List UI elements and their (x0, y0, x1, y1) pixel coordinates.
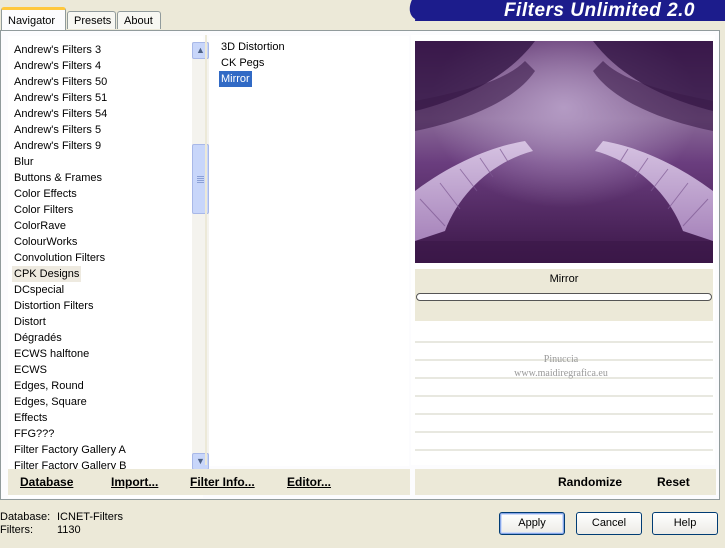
navigator-toolbar: Database Import... Filter Info... Editor… (8, 469, 716, 495)
preview-graphic (415, 41, 713, 263)
preview-info: Mirror (415, 269, 713, 321)
category-item[interactable]: Distortion Filters (12, 298, 95, 314)
filter-item[interactable]: CK Pegs (219, 55, 266, 71)
category-item[interactable]: Convolution Filters (12, 250, 107, 266)
status-database-value: ICNET-Filters (57, 511, 123, 523)
category-item[interactable]: DCspecial (12, 282, 66, 298)
preview-image (415, 41, 713, 263)
database-button[interactable]: Database (20, 469, 73, 495)
randomize-button[interactable]: Randomize (558, 469, 622, 495)
progress-bar (416, 293, 712, 301)
category-item[interactable]: Edges, Round (12, 378, 86, 394)
status-filters: Filters: 1130 (0, 524, 123, 537)
category-item[interactable]: ECWS (12, 362, 49, 378)
database-label: Database (20, 475, 74, 489)
apply-button[interactable]: Apply (499, 512, 565, 535)
category-item[interactable]: Blur (12, 154, 36, 170)
tab-navigator[interactable]: Navigator (1, 7, 66, 30)
category-item[interactable]: Filter Factory Gallery A (12, 442, 128, 458)
watermark-line: www.maidiregrafica.eu (514, 368, 608, 379)
status-database: Database: ICNET-Filters (0, 511, 123, 524)
watermark: Pinuccia www.maidiregrafica.eu (481, 353, 641, 381)
category-item[interactable]: Edges, Square (12, 394, 89, 410)
filter-info-button[interactable]: Filter Info... (190, 469, 255, 495)
toolbar-divider (410, 469, 415, 495)
tab-strip: Navigator Presets About (0, 0, 420, 30)
filter-list[interactable]: 3D Distortion CK Pegs Mirror (209, 36, 409, 466)
editor-button[interactable]: Editor... (287, 469, 331, 495)
filter-item[interactable]: 3D Distortion (219, 39, 287, 55)
tab-presets[interactable]: Presets (67, 11, 116, 29)
status-database-label: Database: (0, 511, 51, 523)
category-item[interactable]: Effects (12, 410, 49, 426)
category-item[interactable]: Andrew's Filters 54 (12, 106, 109, 122)
filter-item-selected[interactable]: Mirror (219, 71, 252, 87)
category-item[interactable]: Andrew's Filters 50 (12, 74, 109, 90)
category-list[interactable]: Andrew's Filters 3 Andrew's Filters 4 An… (8, 36, 209, 498)
import-button[interactable]: Import... (111, 469, 158, 495)
status-area: Database: ICNET-Filters Filters: 1130 (0, 511, 123, 537)
preview-filter-name: Mirror (549, 273, 579, 285)
parameter-area (415, 325, 713, 465)
category-item[interactable]: Andrew's Filters 3 (12, 42, 103, 58)
app-title: Filters Unlimited 2.0 (503, 0, 695, 21)
title-banner: Filters Unlimited 2.0 (415, 0, 725, 21)
watermark-line: Pinuccia (543, 354, 579, 365)
chevron-up-icon: ▲ (196, 45, 205, 55)
category-item[interactable]: FFG??? (12, 426, 56, 442)
category-item[interactable]: ColorRave (12, 218, 68, 234)
category-item[interactable]: Buttons & Frames (12, 170, 104, 186)
filter-info-label: Filter Info... (190, 475, 255, 489)
help-button[interactable]: Help (652, 512, 718, 535)
import-label: Import... (111, 475, 159, 489)
grip-icon (197, 176, 204, 183)
category-item[interactable]: Color Effects (12, 186, 79, 202)
status-filters-value: 1130 (57, 524, 81, 536)
category-item[interactable]: Distort (12, 314, 48, 330)
navigator-panel: Andrew's Filters 3 Andrew's Filters 4 An… (0, 30, 720, 500)
category-item[interactable]: ECWS halftone (12, 346, 91, 362)
editor-label: Editor... (287, 475, 332, 489)
category-item-selected[interactable]: CPK Designs (12, 266, 82, 282)
category-item[interactable]: Dégradés (12, 330, 64, 346)
preview-area: Mirror Pinuccia www.maidiregrafica.eu (411, 35, 715, 465)
cancel-button[interactable]: Cancel (576, 512, 642, 535)
category-item[interactable]: Andrew's Filters 5 (12, 122, 103, 138)
category-item[interactable]: Andrew's Filters 9 (12, 138, 103, 154)
reset-button[interactable]: Reset (657, 469, 690, 495)
tab-about[interactable]: About (117, 11, 161, 29)
status-filters-label: Filters: (0, 524, 33, 536)
chevron-down-icon: ▼ (196, 456, 205, 466)
category-item[interactable]: Color Filters (12, 202, 75, 218)
category-item[interactable]: ColourWorks (12, 234, 79, 250)
category-item[interactable]: Andrew's Filters 4 (12, 58, 103, 74)
category-item[interactable]: Andrew's Filters 51 (12, 90, 109, 106)
list-divider (205, 35, 207, 465)
